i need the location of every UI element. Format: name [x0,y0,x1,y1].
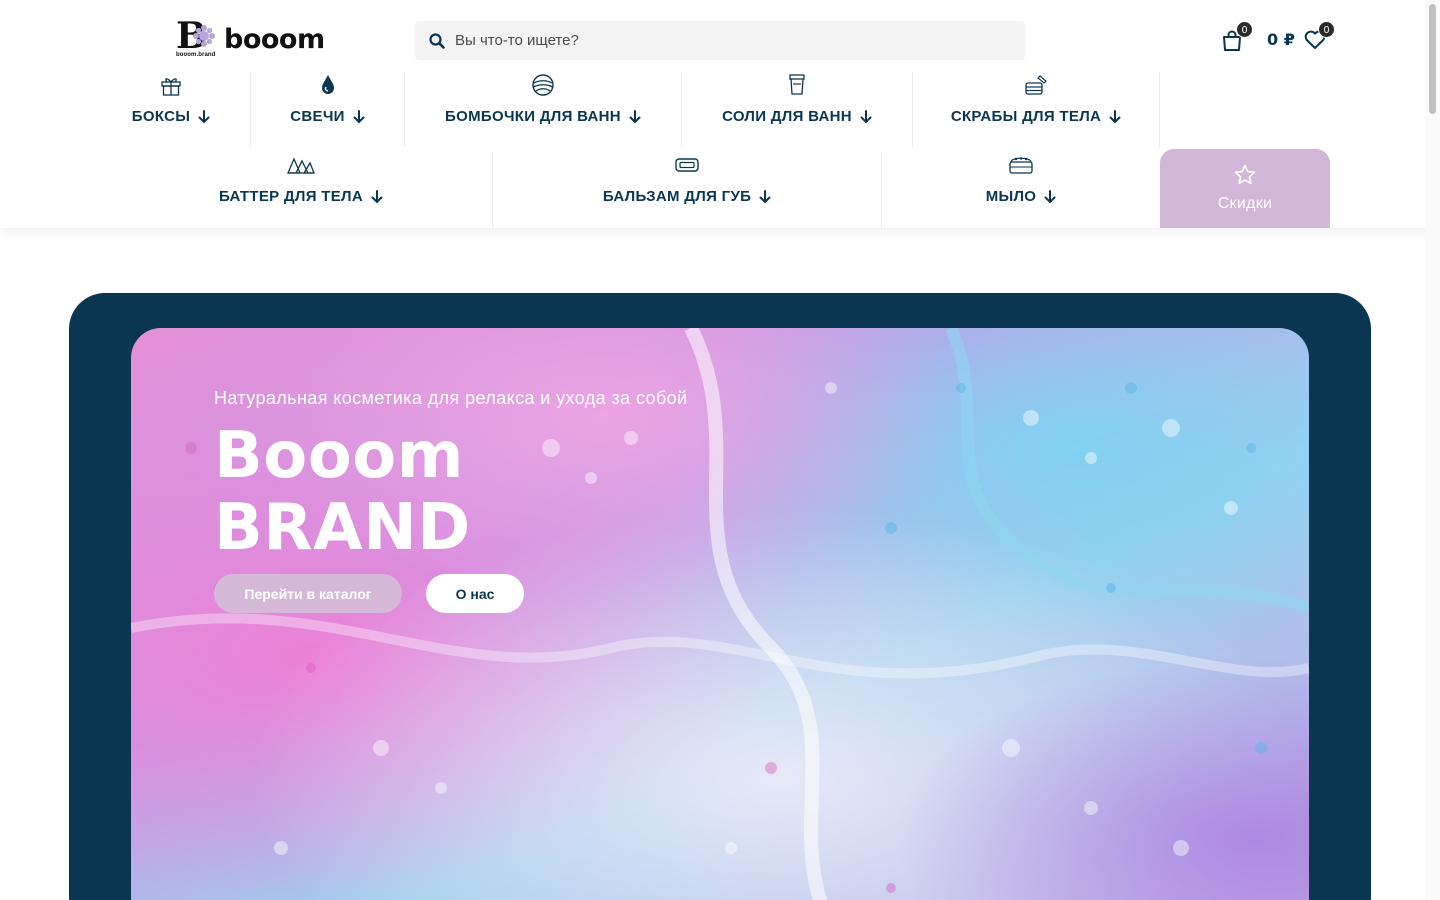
nav-item-body-butter[interactable]: БАТТЕР ДЛЯ ТЕЛА [110,152,493,228]
nav-label-body-scrubs: СКРАБЫ ДЛЯ ТЕЛА [950,108,1102,125]
nav-label-boxes: БОКСЫ [131,108,191,125]
soap-icon [1009,157,1033,174]
hero-subtitle: Натуральная косметика для релакса и уход… [214,388,688,408]
arrow-down-icon [759,189,771,203]
nav-label-candles: СВЕЧИ [290,108,345,125]
arrow-down-icon [371,189,383,203]
nav-label-body-butter: БАТТЕР ДЛЯ ТЕЛА [219,188,363,205]
cart-button[interactable]: 0 [1220,21,1253,53]
jar-icon [789,74,805,95]
arrow-down-icon [629,109,641,123]
arrow-down-icon [1109,109,1121,123]
nav-item-soap[interactable]: МЫЛО [882,152,1160,228]
arrow-down-icon [1044,189,1056,203]
logo-text: booom [224,24,325,55]
nav-label-soap: МЫЛО [985,188,1037,205]
nav-label-lip-balm: БАЛЬЗАМ ДЛЯ ГУБ [602,188,752,205]
logo-mark: B booom.brand [176,15,216,58]
nav-item-bath-salts[interactable]: СОЛИ ДЛЯ ВАНН [682,72,913,148]
bath-bomb-icon [532,74,554,96]
search-input[interactable] [455,32,995,49]
nav-item-sale[interactable]: Скидки [1160,149,1330,228]
catalog-button[interactable]: Перейти в каталог [214,574,402,613]
logo-subtext: booom.brand [176,52,216,58]
star-icon [1234,164,1256,185]
gift-icon [161,78,181,96]
nav-label-bath-salts: СОЛИ ДЛЯ ВАНН [722,108,852,125]
site-header: B booom.brand booom 0 [0,0,1440,228]
cart-total[interactable]: 0 ₽ [1267,30,1295,49]
arrow-down-icon [860,109,872,123]
nav-item-boxes[interactable]: БОКСЫ [92,72,251,148]
arrow-down-icon [353,109,365,123]
logo-flower-icon [193,25,215,47]
search-bar [415,21,1025,60]
wishlist-button[interactable]: 0 [1304,21,1335,50]
hero-marble-image [131,328,1309,900]
hero-title-line1: Booom [214,419,464,493]
butter-icon [287,157,315,174]
scrub-icon [1025,75,1047,95]
about-button[interactable]: О нас [426,574,524,613]
drop-icon [321,75,334,94]
arrow-down-icon [198,109,210,123]
logo[interactable]: B booom.brand booom [176,15,336,60]
hero-banner [131,328,1309,900]
wishlist-count-badge: 0 [1318,21,1335,38]
nav-item-body-scrubs[interactable]: СКРАБЫ ДЛЯ ТЕЛА [913,72,1160,148]
nav-item-bath-bombs[interactable]: БОМБОЧКИ ДЛЯ ВАНН [405,72,682,148]
scrollbar-thumb[interactable] [1429,4,1436,114]
hero-title: Booom BRAND [214,420,471,564]
nav-item-candles[interactable]: СВЕЧИ [251,72,405,148]
page-scrollbar[interactable] [1425,0,1440,900]
nav-label-bath-bombs: БОМБОЧКИ ДЛЯ ВАНН [445,108,621,125]
nav-label-sale: Скидки [1217,195,1273,212]
cart-count-badge: 0 [1236,21,1253,38]
search-icon[interactable] [429,32,445,49]
nav-item-lip-balm[interactable]: БАЛЬЗАМ ДЛЯ ГУБ [493,152,882,228]
hero-title-line2: BRAND [214,491,471,565]
lip-balm-icon [675,158,699,172]
